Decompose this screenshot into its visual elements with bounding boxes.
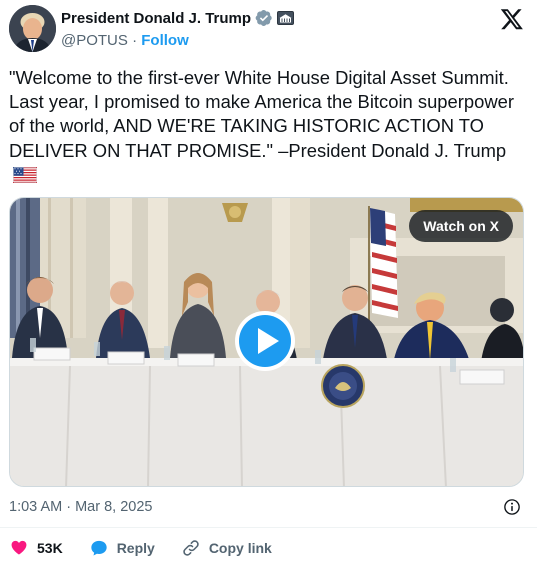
link-icon <box>183 540 199 556</box>
government-affiliation-icon <box>277 11 295 25</box>
author-display-name[interactable]: President Donald J. Trump <box>61 10 251 27</box>
info-icon[interactable] <box>503 498 521 516</box>
tweet-body: "Welcome to the first-ever White House D… <box>9 67 514 161</box>
copy-link-button[interactable]: Copy link <box>181 538 272 558</box>
avatar[interactable] <box>9 5 56 52</box>
verified-badge-icon <box>255 9 272 27</box>
x-logo-icon[interactable] <box>500 7 524 31</box>
likes-count: 53K <box>37 540 63 556</box>
us-flag-icon <box>13 165 37 189</box>
reply-label: Reply <box>116 540 155 556</box>
video-player[interactable]: Watch on X <box>9 197 524 487</box>
handle-separator: · <box>132 32 138 49</box>
copy-link-label: Copy link <box>208 540 272 556</box>
like-button[interactable]: 53K <box>9 538 63 558</box>
divider <box>0 527 537 528</box>
heart-icon <box>11 540 27 555</box>
tweet-header: President Donald J. Trump @POTUS · Follo… <box>9 5 524 53</box>
author-handle[interactable]: @POTUS <box>61 32 128 49</box>
reply-button[interactable]: Reply <box>89 538 155 558</box>
author-handle-row: @POTUS · Follow <box>61 32 189 49</box>
tweet-timestamp[interactable]: 1:03 AM · Mar 8, 2025 <box>9 499 152 515</box>
watch-on-x-button[interactable]: Watch on X <box>409 210 513 242</box>
play-icon[interactable] <box>234 310 296 372</box>
tweet-text: "Welcome to the first-ever White House D… <box>9 66 524 189</box>
reply-icon <box>91 540 107 556</box>
tweet-actions: 53K Reply Copy link <box>9 538 298 558</box>
follow-button[interactable]: Follow <box>141 32 189 49</box>
author-name-row: President Donald J. Trump <box>61 9 295 27</box>
